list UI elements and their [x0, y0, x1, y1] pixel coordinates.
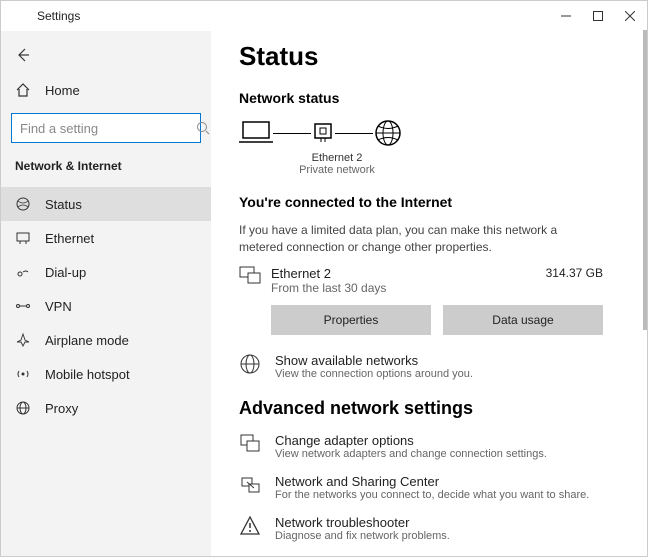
back-button[interactable]: [1, 39, 211, 73]
sharing-center-row[interactable]: Network and Sharing Center For the netwo…: [239, 474, 623, 501]
sidebar-item-label: Ethernet: [45, 231, 94, 246]
troubleshooter-name: Network troubleshooter: [275, 515, 450, 530]
search-box[interactable]: [11, 113, 201, 143]
adapter-icon: [311, 118, 335, 148]
connected-description: If you have a limited data plan, you can…: [239, 222, 599, 256]
adapter-options-icon: [239, 433, 261, 455]
diagram-adapter-name: Ethernet 2: [312, 152, 363, 164]
status-icon: [15, 196, 31, 212]
warning-icon: [239, 515, 261, 537]
airplane-icon: [15, 332, 31, 348]
sidebar-item-label: Dial-up: [45, 265, 86, 280]
sidebar-item-dialup[interactable]: Dial-up: [1, 255, 211, 289]
adapter-name: Ethernet 2: [271, 266, 386, 281]
sidebar-item-vpn[interactable]: VPN: [1, 289, 211, 323]
main-panel: Status Network status Ethernet 2 Private…: [211, 31, 647, 556]
network-status-heading: Network status: [239, 90, 623, 106]
computer-icon: [239, 118, 273, 148]
globe-icon: [373, 118, 403, 148]
change-adapter-name: Change adapter options: [275, 433, 547, 448]
minimize-button[interactable]: [559, 9, 573, 23]
sidebar-item-label: Mobile hotspot: [45, 367, 130, 382]
page-title: Status: [239, 41, 623, 72]
sidebar-item-label: Proxy: [45, 401, 78, 416]
sidebar-item-label: Status: [45, 197, 82, 212]
show-networks-row[interactable]: Show available networks View the connect…: [239, 353, 623, 380]
titlebar: Settings: [1, 1, 647, 31]
dialup-icon: [15, 264, 31, 280]
home-nav[interactable]: Home: [1, 73, 211, 107]
back-arrow-icon: [15, 47, 31, 63]
search-icon: [196, 121, 210, 135]
sharing-name: Network and Sharing Center: [275, 474, 589, 489]
category-heading: Network & Internet: [1, 155, 211, 187]
sidebar-item-proxy[interactable]: Proxy: [1, 391, 211, 425]
data-usage-button[interactable]: Data usage: [443, 305, 603, 335]
sidebar-item-hotspot[interactable]: Mobile hotspot: [1, 357, 211, 391]
sidebar-item-airplane[interactable]: Airplane mode: [1, 323, 211, 357]
sidebar-item-label: VPN: [45, 299, 72, 314]
sidebar-item-status[interactable]: Status: [1, 187, 211, 221]
data-usage-value: 314.37 GB: [546, 266, 623, 280]
globe-small-icon: [239, 353, 261, 375]
home-label: Home: [45, 83, 80, 98]
sharing-icon: [239, 474, 261, 496]
sidebar-item-ethernet[interactable]: Ethernet: [1, 221, 211, 255]
monitor-icon: [239, 266, 259, 286]
close-button[interactable]: [623, 9, 637, 23]
connected-heading: You're connected to the Internet: [239, 194, 623, 210]
show-networks-sub: View the connection options around you.: [275, 368, 473, 380]
maximize-button[interactable]: [591, 9, 605, 23]
proxy-icon: [15, 400, 31, 416]
diagram-profile: Private network: [297, 164, 377, 176]
troubleshooter-sub: Diagnose and fix network problems.: [275, 530, 450, 542]
adapter-stat-row: Ethernet 2 From the last 30 days 314.37 …: [239, 266, 623, 295]
hotspot-icon: [15, 366, 31, 382]
properties-button[interactable]: Properties: [271, 305, 431, 335]
search-input[interactable]: [20, 121, 196, 136]
sidebar: Home Network & Internet Status Ethernet …: [1, 31, 211, 556]
ethernet-icon: [15, 230, 31, 246]
change-adapter-sub: View network adapters and change connect…: [275, 448, 547, 460]
advanced-heading: Advanced network settings: [239, 398, 623, 419]
vpn-icon: [15, 298, 31, 314]
home-icon: [15, 82, 31, 98]
window-title: Settings: [37, 9, 80, 23]
network-diagram: [239, 118, 623, 148]
adapter-sub: From the last 30 days: [271, 281, 386, 295]
sharing-sub: For the networks you connect to, decide …: [275, 489, 589, 501]
show-networks-name: Show available networks: [275, 353, 473, 368]
change-adapter-row[interactable]: Change adapter options View network adap…: [239, 433, 623, 460]
troubleshooter-row[interactable]: Network troubleshooter Diagnose and fix …: [239, 515, 623, 542]
sidebar-item-label: Airplane mode: [45, 333, 129, 348]
scrollbar[interactable]: [643, 30, 647, 557]
scrollbar-thumb[interactable]: [643, 30, 647, 330]
